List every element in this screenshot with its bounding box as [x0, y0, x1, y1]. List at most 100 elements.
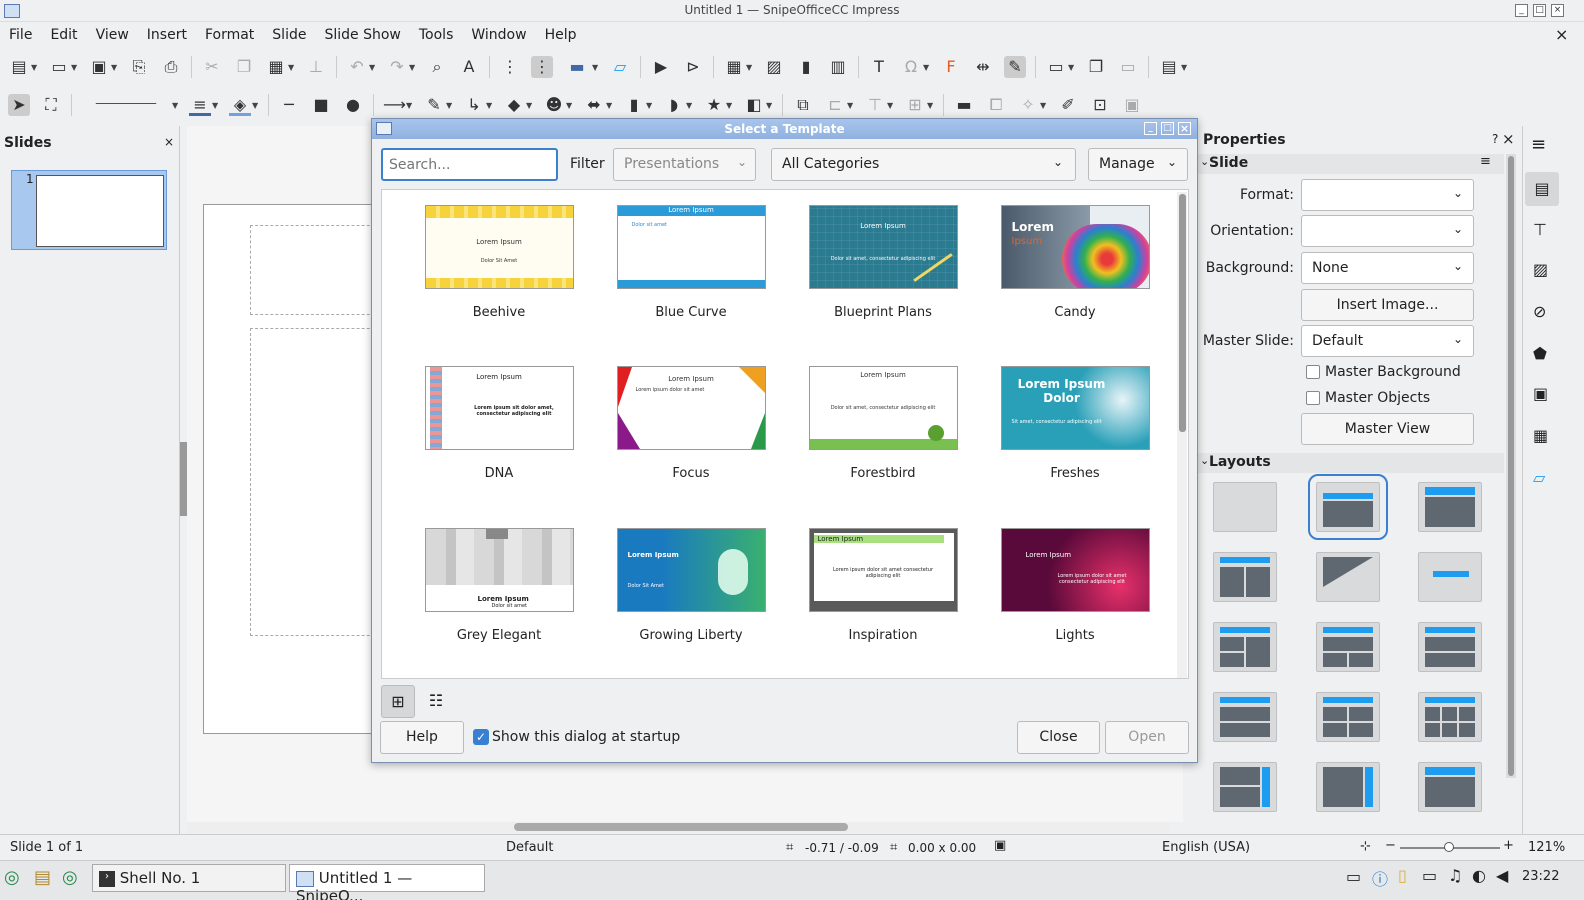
master-slides-tab-icon[interactable]: ▦ — [1533, 426, 1548, 445]
maximize-icon[interactable]: □ — [1533, 4, 1546, 17]
close-button[interactable]: Close — [1017, 721, 1100, 754]
menu-tools[interactable]: Tools — [418, 27, 455, 43]
list-view-icon[interactable]: ☷ — [419, 685, 453, 718]
slide-page[interactable] — [203, 204, 390, 734]
template-item[interactable]: Lorem Ipsum Lorem ipsum dolor sit amet co… — [787, 528, 979, 643]
start-current-slide-icon[interactable]: ⊳ — [682, 56, 704, 78]
textbox-icon[interactable]: T — [868, 56, 890, 78]
toggle-extrusion-icon[interactable]: ✐ — [1057, 94, 1079, 116]
fontwork-icon[interactable]: F — [940, 56, 962, 78]
crop-icon[interactable]: ⧠ — [985, 94, 1007, 116]
startup-checkbox[interactable]: ✓ — [473, 729, 489, 745]
draw-functions-icon[interactable]: ✎ — [1004, 56, 1026, 78]
dialog-close-icon[interactable]: × — [1178, 122, 1191, 135]
connector-icon[interactable]: ↳ — [463, 94, 485, 116]
menu-format[interactable]: Format — [204, 27, 255, 43]
image-icon[interactable]: ▨ — [763, 56, 785, 78]
search-icon[interactable]: ◎ — [62, 867, 78, 888]
layout-option[interactable] — [1418, 762, 1482, 812]
layout-option[interactable] — [1316, 552, 1380, 602]
table-icon[interactable]: ▦ — [723, 56, 745, 78]
template-search-input[interactable] — [381, 148, 558, 181]
open-button[interactable]: Open — [1105, 721, 1189, 754]
horizontal-scrollbar-thumb[interactable] — [514, 823, 848, 831]
close-window-icon[interactable]: × — [1551, 4, 1564, 17]
help-button[interactable]: Help — [380, 721, 464, 754]
minimize-icon[interactable]: _ — [1515, 4, 1528, 17]
master-slide-select[interactable]: Default ⌄ — [1301, 325, 1474, 357]
rectangle-icon[interactable]: ■ — [310, 94, 332, 116]
shapes-tab-icon[interactable]: ⬟ — [1533, 344, 1547, 363]
transformations-icon[interactable]: ⧉ — [792, 94, 814, 116]
shadow-icon[interactable]: ▬ — [953, 94, 975, 116]
document-modified-icon[interactable]: ▣ — [994, 838, 1006, 853]
clone-format-icon[interactable]: ⊥ — [305, 56, 327, 78]
menu-file[interactable]: File — [8, 27, 33, 43]
redo-icon[interactable]: ↷ — [386, 56, 408, 78]
template-item[interactable]: Lorem Ipsum Lorem ipsum dolor sit amet co… — [979, 528, 1171, 643]
format-select[interactable]: ⌄ — [1301, 179, 1474, 211]
layout-option[interactable] — [1418, 482, 1482, 532]
export-pdf-icon[interactable]: ⎘ — [128, 56, 150, 78]
chart-icon[interactable]: ▥ — [827, 56, 849, 78]
properties-close-icon[interactable]: × — [1502, 130, 1515, 148]
select-icon[interactable]: ➤ — [8, 94, 30, 116]
pane-splitter[interactable] — [180, 442, 187, 516]
align-icon[interactable]: ⊏ — [824, 94, 846, 116]
layouts-section-header[interactable]: ⌄ Layouts — [1198, 453, 1504, 473]
flowchart-icon[interactable]: ▮ — [623, 94, 645, 116]
tray-update-icon[interactable]: ◐ — [1472, 866, 1486, 885]
open-icon[interactable]: ▭ — [48, 56, 70, 78]
animation-tab-icon[interactable]: ▣ — [1533, 384, 1548, 403]
fill-color-icon[interactable]: ◈ — [229, 94, 251, 116]
filter-select[interactable]: Presentations ⌄ — [613, 148, 756, 181]
find-replace-icon[interactable]: ⌕ — [426, 56, 448, 78]
master-background-checkbox[interactable] — [1306, 365, 1320, 379]
properties-tab-icon[interactable]: ▤ — [1525, 172, 1559, 206]
print-icon[interactable]: ⎙ — [160, 56, 182, 78]
slide-section-menu-icon[interactable]: ≡ — [1480, 154, 1491, 169]
save-icon[interactable]: ▣ — [88, 56, 110, 78]
manage-button[interactable]: Manage ⌄ — [1088, 148, 1188, 181]
layout-option[interactable] — [1316, 692, 1380, 742]
properties-help-icon[interactable]: ? — [1492, 132, 1498, 146]
symbol-shapes-icon[interactable]: ☻ — [543, 94, 565, 116]
display-views-icon[interactable]: ▬ — [563, 56, 591, 78]
navigator-tab-icon[interactable]: ⊘ — [1533, 302, 1546, 321]
special-character-icon[interactable]: Ω — [900, 56, 922, 78]
master-view-button[interactable]: Master View — [1301, 413, 1474, 445]
sidebar-menu-icon[interactable]: ≡ — [1531, 134, 1546, 155]
category-select[interactable]: All Categories ⌄ — [771, 148, 1076, 181]
layout-option[interactable] — [1418, 622, 1482, 672]
paste-icon[interactable]: ▦ — [265, 56, 287, 78]
template-item[interactable]: Lorem Ipsum Candy — [979, 205, 1171, 320]
layout-option[interactable] — [1418, 692, 1482, 742]
slide-thumbnail[interactable]: 1 — [11, 170, 167, 250]
spelling-icon[interactable]: A — [458, 56, 480, 78]
tray-clipboard-icon[interactable]: ▯ — [1398, 866, 1407, 885]
distribute-icon[interactable]: ⊞ — [904, 94, 926, 116]
template-item[interactable]: Lorem Ipsum Dolor sit amet Grey Elegant — [403, 528, 595, 643]
zoom-level[interactable]: 121% — [1528, 840, 1565, 855]
layout-option[interactable] — [1213, 552, 1277, 602]
start-first-slide-icon[interactable]: ▶ — [650, 56, 672, 78]
stars-icon[interactable]: ★ — [703, 94, 725, 116]
layout-option[interactable] — [1316, 762, 1380, 812]
template-item[interactable]: Lorem Ipsum Dolor Sit amet, consectetur a… — [979, 366, 1171, 481]
properties-scrollbar[interactable] — [1506, 154, 1516, 778]
line-color-icon[interactable]: ≡ — [189, 94, 211, 116]
ellipse-icon[interactable]: ● — [342, 94, 364, 116]
close-slides-pane-icon[interactable]: × — [164, 135, 174, 149]
curve-icon[interactable]: ✎ — [423, 94, 445, 116]
zoom-slider-handle[interactable] — [1444, 842, 1454, 852]
zoom-out-icon[interactable]: − — [1385, 838, 1396, 853]
close-document-icon[interactable]: × — [1554, 25, 1569, 44]
slide-layout-icon[interactable]: ▤ — [1158, 56, 1180, 78]
layout-option[interactable] — [1213, 762, 1277, 812]
task-shell[interactable]: › Shell No. 1 — [92, 864, 286, 892]
background-select[interactable]: None ⌄ — [1301, 252, 1474, 284]
template-item[interactable]: Lorem Ipsum Dolor Sit Amet Growing Liberty — [595, 528, 787, 643]
template-item[interactable]: Lorem Ipsum Dolor sit amet Blue Curve — [595, 205, 787, 320]
line-style-icon[interactable]: ────────── — [81, 94, 171, 116]
copy-icon[interactable]: ❐ — [233, 56, 255, 78]
